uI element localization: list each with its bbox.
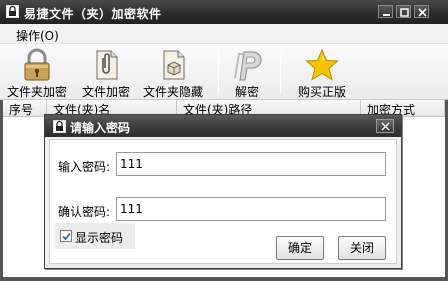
close-icon [381,122,390,131]
close-dialog-button[interactable]: 关闭 [338,236,386,260]
menu-bar: 操作(O) [0,24,448,44]
checkmark-icon [62,232,71,241]
dialog-title-bar: 请输入密码 [45,115,401,137]
toolbar-label: 购买正版 [297,85,346,99]
lock-icon [6,5,19,18]
minimize-icon [383,14,390,16]
window-title: 易捷文件（夹）加密软件 [24,7,162,21]
dialog-close-button[interactable] [376,119,394,133]
main-title-bar: 易捷文件（夹）加密软件 [0,0,448,24]
password-field[interactable] [116,152,386,176]
window-bottom-border [0,277,448,281]
password-label: 输入密码: [58,160,111,174]
dialog-title: 请输入密码 [70,121,131,135]
toolbar-label: 文件夹加密 [6,85,67,99]
file-encrypt-button[interactable]: 文件加密 [76,44,136,100]
star-icon [305,48,339,81]
confirm-password-field[interactable] [116,197,386,221]
show-password-checkbox[interactable]: 显示密码 [55,223,135,249]
decrypt-p-icon [234,51,262,81]
minimize-button[interactable] [378,5,393,18]
password-dialog: 请输入密码 输入密码: 确认密码: 显示密码 确定 关闭 [44,114,402,269]
maximize-button[interactable] [396,5,411,18]
checkbox-box[interactable] [60,230,72,242]
show-password-label: 显示密码 [75,231,124,245]
maximize-icon [400,8,409,17]
toolbar-label: 文件夹隐藏 [142,85,203,99]
menu-operation[interactable]: 操作(O) [16,27,59,44]
decrypt-button[interactable]: 解密 [222,44,272,100]
dialog-body: 输入密码: 确认密码: 显示密码 确定 关闭 [49,139,397,264]
column-header-index[interactable]: 序号 [3,100,47,117]
close-button[interactable] [414,5,429,18]
toolbar: 文件夹加密 文件加密 文件夹隐藏 解密 购买正版 [0,44,448,100]
lock-icon [53,120,66,133]
toolbar-label: 解密 [234,85,259,99]
ok-button[interactable]: 确定 [276,236,324,260]
toolbar-separator [280,50,281,94]
folder-hide-button[interactable]: 文件夹隐藏 [140,44,206,100]
document-clip-icon [96,50,118,80]
box-document-icon [163,50,185,80]
close-icon [418,8,427,17]
padlock-icon [24,48,50,81]
confirm-password-label: 确认密码: [58,205,111,219]
folder-encrypt-button[interactable]: 文件夹加密 [4,44,70,100]
toolbar-separator [218,50,219,94]
toolbar-label: 文件加密 [81,85,130,99]
buy-license-button[interactable]: 购买正版 [292,44,352,100]
